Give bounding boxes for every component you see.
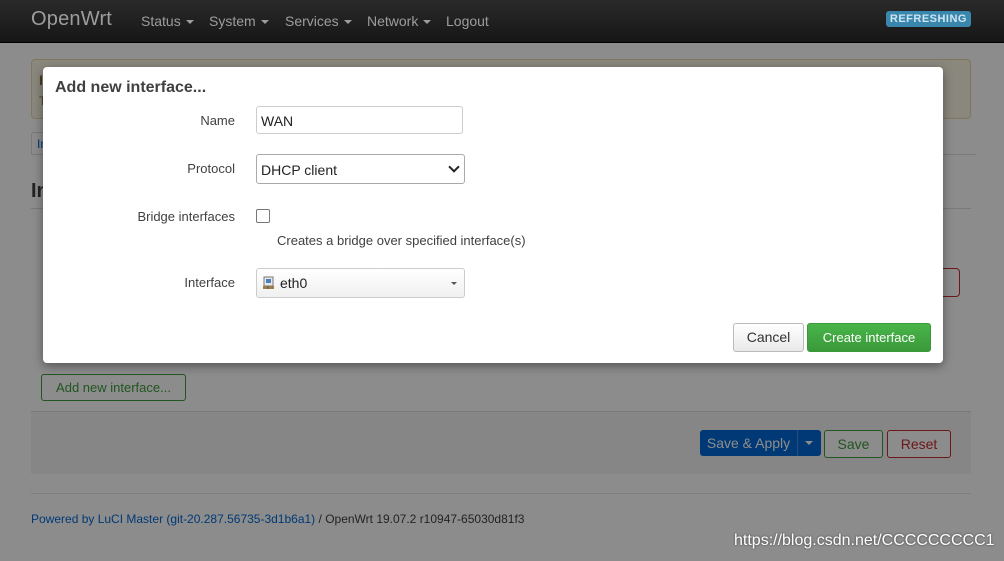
interface-dropdown[interactable]: eth0 [256, 268, 465, 298]
interface-value: eth0 [280, 275, 308, 291]
chevron-down-icon [260, 20, 269, 25]
nav-system[interactable]: System [209, 13, 269, 29]
watermark-text: https://blog.csdn.net/CCCCCCCCC1 [734, 532, 995, 549]
add-interface-dialog: Add new interface... Name WAN Protocol D… [43, 67, 943, 363]
nav-status-label: Status [141, 13, 181, 29]
protocol-label: Protocol [187, 161, 235, 176]
bridge-interfaces-label: Bridge interfaces [137, 209, 235, 224]
nav-services-label: Services [285, 13, 339, 29]
chevron-down-icon [423, 20, 432, 25]
nav-network[interactable]: Network [367, 13, 432, 29]
create-interface-button[interactable]: Create interface [807, 323, 931, 352]
nav-services[interactable]: Services [285, 13, 352, 29]
chevron-down-icon [448, 161, 460, 173]
refreshing-badge[interactable]: REFRESHING [885, 11, 971, 27]
protocol-select[interactable]: DHCP client [256, 154, 465, 184]
name-input[interactable]: WAN [256, 106, 463, 134]
bridge-help-text: Creates a bridge over specified interfac… [277, 233, 526, 248]
chevron-down-icon [451, 282, 457, 285]
cancel-button[interactable]: Cancel [733, 323, 804, 352]
bridge-interfaces-checkbox[interactable] [256, 209, 270, 223]
top-navbar: OpenWrt Status System Services Network L… [0, 0, 1004, 43]
nav-status[interactable]: Status [141, 13, 194, 29]
nav-network-label: Network [367, 13, 419, 29]
chevron-down-icon [343, 20, 352, 25]
name-label: Name [200, 113, 235, 128]
chevron-down-icon [185, 20, 194, 25]
ethernet-port-icon [263, 276, 274, 289]
brand-logo[interactable]: OpenWrt [31, 8, 112, 31]
nav-logout[interactable]: Logout [446, 13, 489, 29]
dialog-title: Add new interface... [55, 79, 207, 96]
interface-label: Interface [184, 275, 235, 290]
nav-system-label: System [209, 13, 256, 29]
protocol-select-value: DHCP client [261, 162, 337, 178]
